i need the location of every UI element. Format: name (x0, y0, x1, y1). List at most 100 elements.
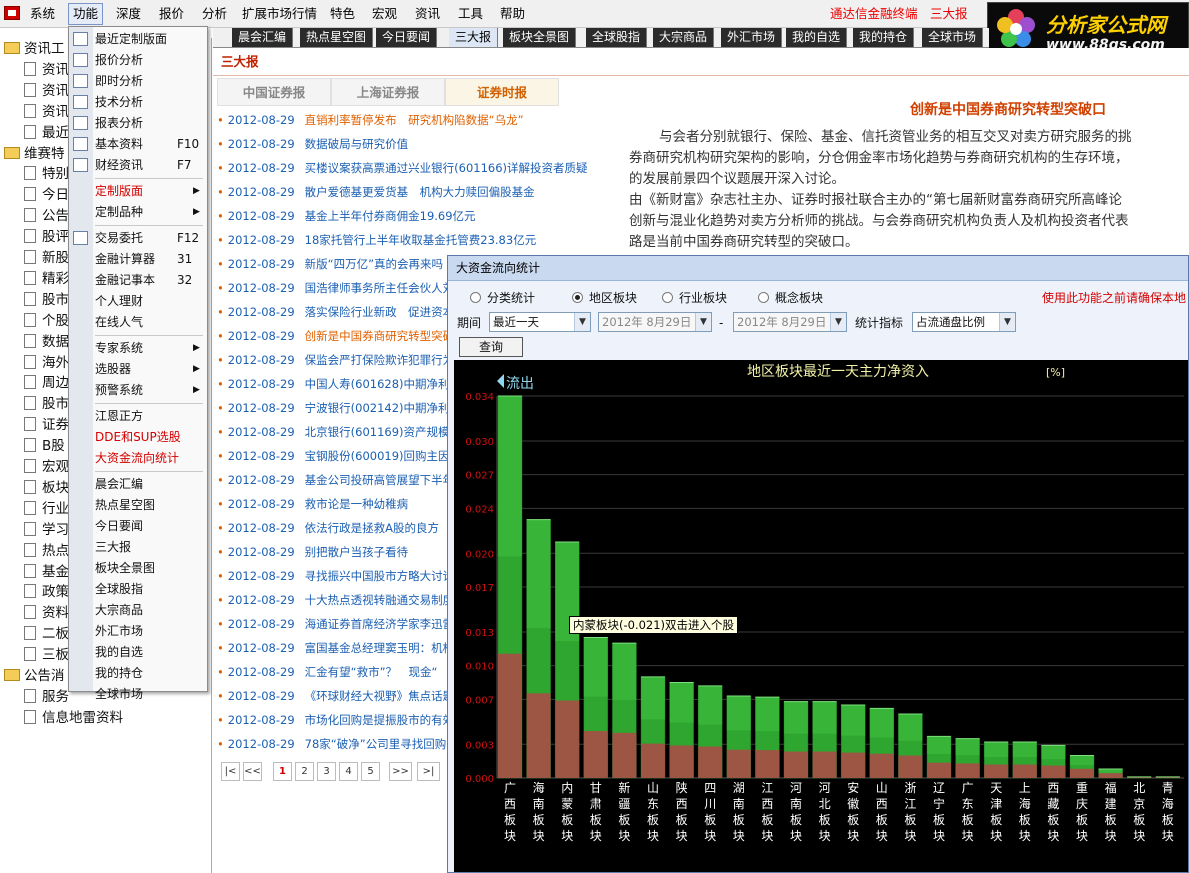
menu-item[interactable]: 晨会汇编 (69, 474, 207, 495)
menu-item[interactable]: 我的自选 (69, 642, 207, 663)
tree-node[interactable]: 资讯 (24, 81, 69, 101)
menu-1[interactable]: 系统 (26, 3, 59, 25)
tab-9[interactable]: 我的自选 (786, 28, 848, 47)
tree-node[interactable]: 行业 (24, 499, 69, 519)
pager-page-button[interactable]: 4 (339, 762, 358, 781)
news-title[interactable]: 依法行政是拯救A股的良方 (305, 521, 439, 535)
menu-3[interactable]: 深度 (112, 3, 145, 25)
news-title[interactable]: 国浩律师事务所主任会伙人刘 (305, 281, 455, 295)
news-title[interactable]: 海通证券首席经济学家李迅雷 (305, 617, 455, 631)
menu-item[interactable]: 财经资讯 F7 (69, 155, 207, 176)
tree-node[interactable]: 资料 (24, 603, 69, 623)
tree-node[interactable]: 政策 (24, 582, 69, 602)
news-title[interactable]: 寻找振兴中国股市方略大讨论 (305, 569, 455, 583)
tree-node[interactable]: 周边 (24, 373, 69, 393)
chevron-down-icon[interactable]: ▼ (999, 313, 1015, 331)
menu-item[interactable]: 金融记事本 32 (69, 270, 207, 291)
tree-node[interactable]: 特别 (24, 164, 69, 184)
tree-node[interactable]: 新股 (24, 248, 69, 268)
menu-item[interactable]: 大资金流向统计 (69, 448, 207, 469)
news-row[interactable]: • 2012-08-29 基金上半年付券商佣金19.69亿元 (217, 204, 617, 228)
tree-node[interactable]: 三板 (24, 645, 69, 665)
tree-node[interactable]: 证券 (24, 415, 69, 435)
app-logo-icon[interactable] (4, 6, 20, 20)
menu-item[interactable]: 江恩正方 (69, 406, 207, 427)
query-button[interactable]: 查询 (459, 337, 523, 357)
news-title[interactable]: 汇金有望“救市”？ 现金“ (305, 665, 438, 679)
tree-node[interactable]: 维赛特 (4, 144, 65, 164)
news-title[interactable]: 18家托管行上半年收取基金托管费23.83亿元 (305, 233, 537, 247)
tree-node[interactable]: 资讯 (24, 102, 69, 122)
newspaper-tab[interactable]: 证券时报 (445, 78, 559, 106)
chevron-down-icon[interactable]: ▼ (574, 313, 590, 331)
menu-item[interactable]: 今日要闻 (69, 516, 207, 537)
menu-item[interactable]: 基本资料 F10 (69, 134, 207, 155)
newspaper-tab[interactable]: 中国证券报 (217, 78, 331, 106)
tree-node[interactable]: 数据 (24, 332, 69, 352)
tree-node[interactable]: 个股 (24, 311, 69, 331)
tab-5[interactable]: 板块全景图 (503, 28, 577, 47)
tab-6[interactable]: 全球股指 (586, 28, 648, 47)
tree-node[interactable]: 宏观 (24, 457, 69, 477)
tab-1[interactable]: 晨会汇编 (232, 28, 294, 47)
tree-node[interactable]: 最近 (24, 123, 69, 143)
news-title[interactable]: 宁波银行(002142)中期净利增 (305, 401, 461, 415)
menu-item[interactable]: 交易委托 F12 (69, 228, 207, 249)
date-to-picker[interactable]: 2012年 8月29日 ▼ (733, 312, 847, 332)
news-title[interactable]: 新版“四万亿”真的会再来吗 (305, 257, 443, 271)
pager-next-button[interactable]: >> (389, 762, 412, 781)
menu-item[interactable]: 板块全景图 (69, 558, 207, 579)
news-title[interactable]: 救市论是一种幼稚病 (305, 497, 409, 511)
radio-button[interactable] (470, 292, 481, 303)
news-title[interactable]: 富国基金总经理窦玉明：机构 (305, 641, 455, 655)
menu-item[interactable]: 我的持仓 (69, 663, 207, 684)
tab-10[interactable]: 我的持仓 (853, 28, 915, 47)
tree-node[interactable]: 板块 (24, 478, 69, 498)
pager-page-button[interactable]: 1 (273, 762, 292, 781)
fund-flow-title[interactable]: 大资金流向统计 (448, 256, 1188, 281)
radio-button[interactable] (758, 292, 769, 303)
menu-item[interactable]: 在线人气 (69, 312, 207, 333)
menu-item[interactable]: 个人理财 (69, 291, 207, 312)
news-row[interactable]: • 2012-08-29 散户爱德基更爱货基 机构大力赎回偏股基金 (217, 180, 617, 204)
tab-11[interactable]: 全球市场 (922, 28, 984, 47)
menu-item[interactable]: 即时分析 (69, 71, 207, 92)
news-title[interactable]: 散户爱德基更爱货基 机构大力赎回偏股基金 (305, 185, 535, 199)
news-title[interactable]: 保监会严打保险欺诈犯罪行为 (305, 353, 455, 367)
menu-8[interactable]: 宏观 (368, 3, 401, 25)
menu-item[interactable]: 定制品种 ▶ (69, 202, 207, 223)
tree-node[interactable]: 今日 (24, 185, 69, 205)
news-row[interactable]: • 2012-08-29 买楼议案获高票通过兴业银行(601166)详解投资者质疑 (217, 156, 617, 180)
menu-item[interactable]: 专家系统 ▶ (69, 338, 207, 359)
pager-page-button[interactable]: 3 (317, 762, 336, 781)
radio-button[interactable] (572, 292, 583, 303)
chevron-down-icon[interactable]: ▼ (695, 313, 711, 331)
menu-7[interactable]: 特色 (326, 3, 359, 25)
date-from-picker[interactable]: 2012年 8月29日 ▼ (598, 312, 712, 332)
tab-3[interactable]: 今日要闻 (376, 28, 438, 47)
menu-2[interactable]: 功能 (68, 3, 104, 25)
news-row[interactable]: • 2012-08-29 数据破局与研究价值 (217, 132, 617, 156)
menu-item[interactable]: 技术分析 (69, 92, 207, 113)
pager-first-button[interactable]: |< (221, 762, 240, 781)
menu-item[interactable]: 大宗商品 (69, 600, 207, 621)
menu-item[interactable]: 报价分析 (69, 50, 207, 71)
tree-node[interactable]: 精彩 (24, 269, 69, 289)
news-title[interactable]: 基金公司投研高管展望下半年 (305, 473, 455, 487)
tree-node[interactable]: 海外 (24, 353, 69, 373)
pager-page-button[interactable]: 5 (361, 762, 380, 781)
news-title[interactable]: 直销利率暂停发布 研究机构陷数据“乌龙” (305, 113, 524, 127)
tab-4[interactable]: 三大报 (449, 28, 499, 47)
tree-node[interactable]: 二板 (24, 624, 69, 644)
news-title[interactable]: 十大热点透视转融通交易制度 (305, 593, 455, 607)
fund-flow-chart[interactable]: 0.034 0.030 0.027 0.024 0.020 0.017 0.013 0.010… (454, 360, 1188, 872)
tree-node[interactable]: 股市 (24, 394, 69, 414)
news-title[interactable]: 市场化回购是提振股市的有效 (305, 713, 455, 727)
menu-item[interactable]: 外汇市场 (69, 621, 207, 642)
menu-10[interactable]: 工具 (454, 3, 487, 25)
tree-node[interactable]: 学习 (24, 520, 69, 540)
news-title[interactable]: 宝钢股份(600019)回购主因是 (305, 449, 461, 463)
menu-item[interactable]: 报表分析 (69, 113, 207, 134)
menu-item[interactable]: 定制版面 ▶ (69, 181, 207, 202)
radio-option[interactable]: 行业板块 (662, 289, 727, 307)
